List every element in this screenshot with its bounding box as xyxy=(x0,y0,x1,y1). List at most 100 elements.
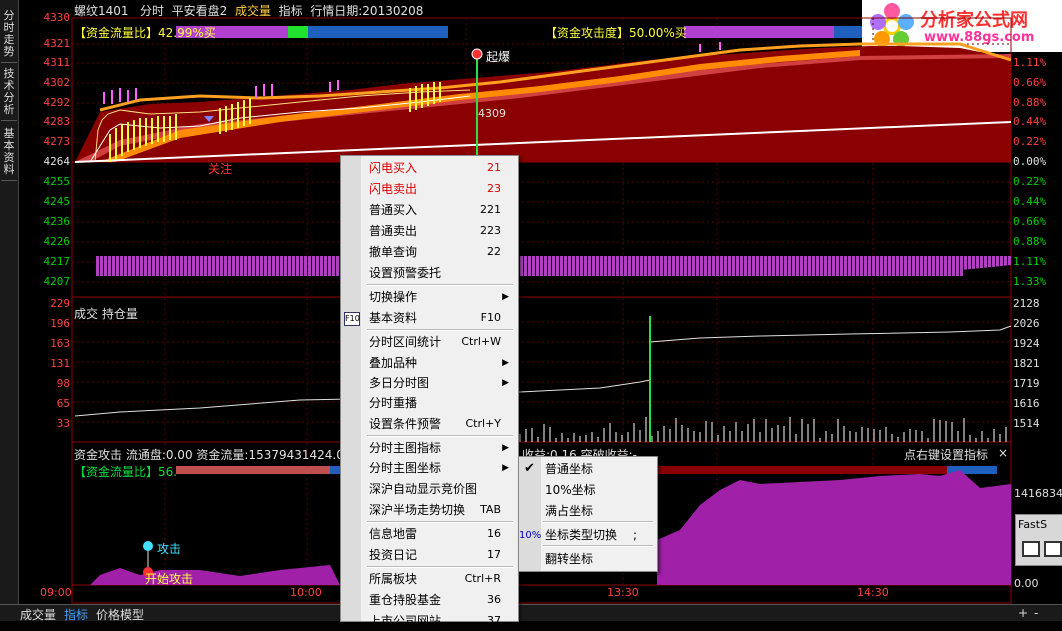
submenu-arrow-icon: ▶ xyxy=(502,292,509,302)
menu-item[interactable]: 普通卖出 223 xyxy=(369,221,513,241)
menu-item-shortcut: 23 xyxy=(487,182,501,195)
menu-item[interactable]: 设置条件预警 Ctrl+Y xyxy=(369,414,513,434)
menu-item-label: 设置条件预警 xyxy=(369,417,442,431)
submenu-item[interactable]: 满占坐标 xyxy=(545,501,653,521)
menu-separator xyxy=(367,566,513,568)
menu-item-shortcut: Ctrl+W xyxy=(461,335,501,348)
menu-item-shortcut: TAB xyxy=(480,503,501,516)
price-tick: 4311 xyxy=(43,56,71,69)
pct-tick: 0.88% xyxy=(1013,96,1047,109)
menu-item-label: 信息地雷 xyxy=(369,527,418,541)
menu-item-label: 深沪半场走势切换 xyxy=(369,503,466,517)
menu-item[interactable]: 分时重播 xyxy=(369,393,513,413)
price-tick: 4264 xyxy=(43,155,71,168)
menu-item[interactable]: 深沪半场走势切换 TAB xyxy=(369,500,513,520)
time-tick: 14:30 xyxy=(857,586,889,599)
menu-item-label: 多日分时图 xyxy=(369,376,430,390)
right-click-hint: 点右键设置指标 xyxy=(904,448,989,462)
indicator-info-line: 资金攻击 流通盘:0.00 资金流量:15379431424.00 xyxy=(74,448,352,462)
price-tick: 4217 xyxy=(43,255,71,268)
vol-tick: 2026 xyxy=(1013,317,1040,330)
submenu-item[interactable]: 10%坐标 xyxy=(545,480,653,500)
menu-item[interactable]: 分时主图坐标 ▶ xyxy=(369,458,513,478)
menu-item[interactable]: 分时区间统计 Ctrl+W xyxy=(369,332,513,352)
menu-item[interactable]: 叠加品种 ▶ xyxy=(369,353,513,373)
tab-indicator[interactable]: 指标 xyxy=(64,606,88,623)
menu-item[interactable]: 设置预警委托 xyxy=(369,263,513,283)
menu-item-label: 分时重播 xyxy=(369,396,418,410)
menu-item[interactable]: 分时主图指标 ▶ xyxy=(369,438,513,458)
menu-item[interactable]: 基本资料 F10 xyxy=(369,308,513,328)
menu-item-shortcut: F10 xyxy=(480,311,501,324)
fast-window-label: FastS xyxy=(1018,518,1048,531)
price-tick: 4283 xyxy=(43,115,71,128)
submenu-item-shortcut: ; xyxy=(632,528,637,542)
pct-tick: 1.33% xyxy=(1013,275,1047,288)
menu-item-shortcut: 223 xyxy=(480,224,501,237)
menu-item-label: 投资日记 xyxy=(369,548,418,562)
submenu-item[interactable]: 坐标类型切换; xyxy=(545,525,653,545)
bottom-tab-bar: 成交量 指标 价格模型 + - xyxy=(0,604,1062,623)
price-tick: 4236 xyxy=(43,215,71,228)
window-maximize-icon[interactable] xyxy=(1044,541,1062,557)
menu-item[interactable]: 所属板块 Ctrl+R xyxy=(369,569,513,589)
submenu-item[interactable]: 翻转坐标 xyxy=(545,549,653,569)
menu-gutter xyxy=(341,156,361,621)
submenu-item-label: 普通坐标 xyxy=(545,462,594,476)
menu-item-label: 分时主图坐标 xyxy=(369,461,442,475)
menu-item[interactable]: 闪电买入 21 xyxy=(369,158,513,178)
submenu-separator xyxy=(543,521,653,523)
menu-item[interactable]: 重仓持股基金 36 xyxy=(369,590,513,610)
vol-tick: 163 xyxy=(50,337,70,350)
vol-tick: 1616 xyxy=(1013,397,1040,410)
menu-item[interactable]: 普通买入 221 xyxy=(369,200,513,220)
submenu-arrow-icon: ▶ xyxy=(502,378,509,388)
menu-item[interactable]: 信息地雷 16 xyxy=(369,524,513,544)
pct-tick: 0.66% xyxy=(1013,76,1047,89)
menu-item-label: 撤单查询 xyxy=(369,245,418,259)
start-attack-marker: 开始攻击 xyxy=(145,572,194,586)
menu-item[interactable]: 撤单查询 22 xyxy=(369,242,513,262)
vol-tick: 1514 xyxy=(1013,417,1040,430)
tab-price-model[interactable]: 价格模型 xyxy=(96,606,144,623)
price-tick: 4255 xyxy=(43,175,71,188)
price-tick: 4207 xyxy=(43,275,71,288)
menu-item-label: 普通买入 xyxy=(369,203,418,217)
menu-item-label: 深沪自动显示竞价图 xyxy=(369,482,478,496)
price-tick: 4292 xyxy=(43,96,71,109)
menu-item-shortcut: 21 xyxy=(487,161,501,174)
pct-tick: 0.22% xyxy=(1013,135,1047,148)
menu-item[interactable]: 多日分时图 ▶ xyxy=(369,373,513,393)
submenu-item-label: 满占坐标 xyxy=(545,504,594,518)
menu-item[interactable]: 闪电卖出 23 xyxy=(369,179,513,199)
close-icon[interactable]: × xyxy=(998,446,1008,460)
menu-item[interactable]: 深沪自动显示竞价图 xyxy=(369,479,513,499)
context-menu: F10 闪电买入 21 闪电卖出 23 普通买入 221 普通卖出 223 撤单查询 22 设置预警… xyxy=(340,155,519,628)
menu-item-label: 设置预警委托 xyxy=(369,266,442,280)
tab-volume[interactable]: 成交量 xyxy=(20,606,56,623)
submenu-item-label: 10%坐标 xyxy=(545,483,596,497)
fast-window[interactable]: FastS xyxy=(1015,514,1062,566)
menu-item-label: 重仓持股基金 xyxy=(369,593,442,607)
time-tick: 09:00 xyxy=(40,586,72,599)
vol-tick: 1924 xyxy=(1013,337,1040,350)
menu-item-shortcut: 36 xyxy=(487,593,501,606)
pct-tick: 0.88% xyxy=(1013,235,1047,248)
zoom-in-button[interactable]: + xyxy=(1018,606,1028,620)
vol-tick: 131 xyxy=(50,357,70,370)
menu-item-label: 所属板块 xyxy=(369,572,418,586)
menu-separator xyxy=(367,435,513,437)
menu-item[interactable]: 切换操作 ▶ xyxy=(369,287,513,307)
menu-item-shortcut: 16 xyxy=(487,527,501,540)
menu-item[interactable]: 上市公司网站 37 xyxy=(369,611,513,631)
menu-item-shortcut: 37 xyxy=(487,614,501,627)
submenu-item[interactable]: 普通坐标 xyxy=(545,459,653,479)
menu-item[interactable]: 投资日记 17 xyxy=(369,545,513,565)
menu-item-shortcut: Ctrl+R xyxy=(464,572,501,585)
menu-item-label: 基本资料 xyxy=(369,311,418,325)
window-restore-icon[interactable] xyxy=(1022,541,1040,557)
pct-tick: 0.44% xyxy=(1013,115,1047,128)
menu-item-shortcut: Ctrl+Y xyxy=(465,417,501,430)
zoom-out-button[interactable]: - xyxy=(1034,606,1038,620)
pct-tick: 0.00% xyxy=(1013,155,1047,168)
